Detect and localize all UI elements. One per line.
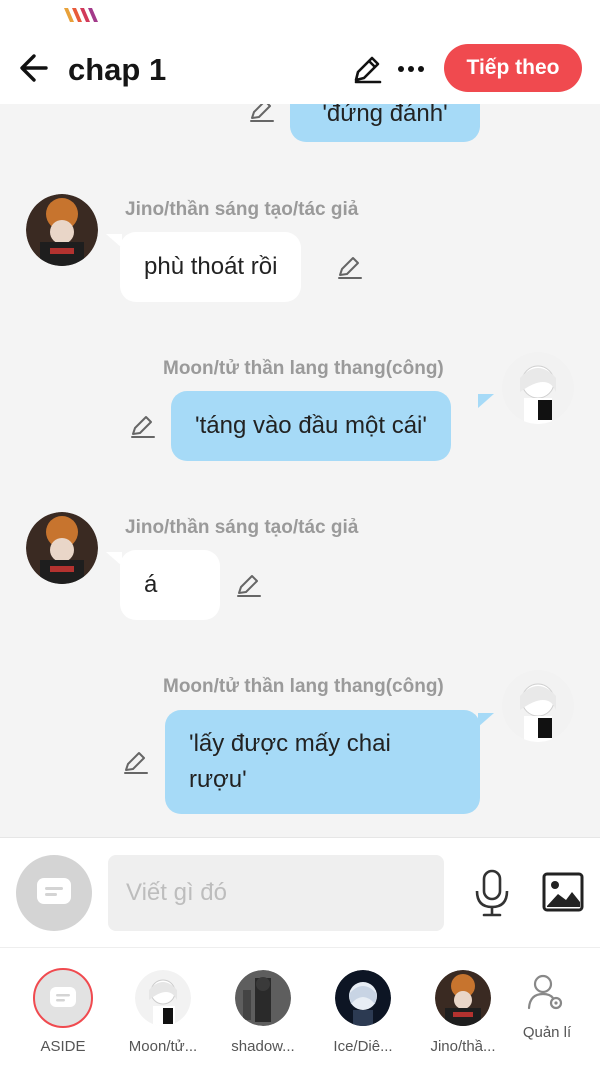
message-bubble[interactable]: 'lấy được mấy chai rượu' (165, 710, 480, 814)
message-bubble[interactable]: phù thoát rồi (120, 232, 302, 302)
character-name: Moon/tử... (128, 1038, 198, 1055)
sender-name: Moon/tử thần lang thang(công) (163, 676, 444, 697)
sender-name: Jino/thần sáng tạo/tác giả (125, 199, 359, 220)
character-name: Quản lí (522, 1024, 572, 1041)
character-shadow[interactable]: shadow... (215, 948, 311, 1058)
pencil-icon[interactable] (129, 412, 157, 440)
manage-characters-button[interactable]: Quản lí (500, 948, 594, 1058)
carrier-logo-icon (64, 8, 98, 22)
bubble-tail (478, 713, 494, 727)
character-name: ASIDE (40, 1038, 86, 1055)
avatar (335, 970, 391, 1026)
chat-area[interactable]: 'đứng đánh' Jino/thần sáng tạo/tác giả p… (0, 104, 600, 837)
microphone-icon[interactable] (472, 869, 512, 917)
message-text: á (144, 571, 158, 598)
bubble-tail (478, 394, 494, 408)
message-text-line: rượu' (189, 766, 247, 793)
pencil-icon[interactable] (350, 52, 384, 86)
pencil-icon[interactable] (248, 104, 276, 124)
message-bubble[interactable]: 'đứng đánh' (290, 104, 480, 142)
character-jino[interactable]: Jino/thầ... (415, 948, 511, 1058)
message-input[interactable] (108, 855, 444, 931)
sender-name: Jino/thần sáng tạo/tác giả (125, 517, 359, 538)
message-text: 'táng vào đầu một cái' (195, 412, 427, 439)
top-bar: chap 1 Tiếp theo (0, 34, 600, 104)
avatar[interactable] (502, 670, 574, 742)
message-bubble[interactable]: á (120, 550, 220, 620)
aside-toggle-button[interactable] (16, 855, 92, 931)
page-title: chap 1 (68, 52, 167, 87)
avatar (33, 968, 93, 1028)
next-chapter-button[interactable]: Tiếp theo (444, 44, 582, 92)
pencil-icon[interactable] (336, 253, 364, 281)
more-dots-icon[interactable] (396, 52, 426, 86)
character-ice[interactable]: Ice/Diê... (315, 948, 411, 1058)
image-icon[interactable] (542, 872, 584, 912)
avatar[interactable] (502, 352, 574, 424)
character-moon[interactable]: Moon/tử... (115, 948, 211, 1058)
character-aside[interactable]: ASIDE (15, 948, 111, 1058)
manage-user-icon (527, 974, 563, 1010)
character-bar: ASIDE Moon/tử... shadow... Ice/Diê... Ji… (0, 947, 600, 1067)
back-arrow-icon[interactable] (16, 48, 56, 88)
status-bar (0, 0, 600, 34)
character-name: Jino/thầ... (430, 1038, 496, 1055)
message-text: phù thoát rồi (144, 253, 278, 280)
avatar (235, 970, 291, 1026)
chat-bubble-icon (50, 987, 76, 1007)
message-composer (0, 837, 600, 947)
character-name: Ice/Diê... (333, 1038, 393, 1055)
avatar (135, 970, 191, 1026)
pencil-icon[interactable] (235, 571, 263, 599)
avatar[interactable] (26, 194, 98, 266)
avatar[interactable] (26, 512, 98, 584)
pencil-icon[interactable] (122, 748, 150, 776)
chat-bubble-icon (37, 878, 71, 904)
message-text-line: 'lấy được mấy chai (189, 730, 391, 757)
sender-name: Moon/tử thần lang thang(công) (163, 358, 444, 379)
avatar (435, 970, 491, 1026)
character-name: shadow... (231, 1038, 295, 1055)
message-bubble[interactable]: 'táng vào đầu một cái' (171, 391, 451, 461)
message-text: 'đứng đánh' (322, 104, 448, 127)
